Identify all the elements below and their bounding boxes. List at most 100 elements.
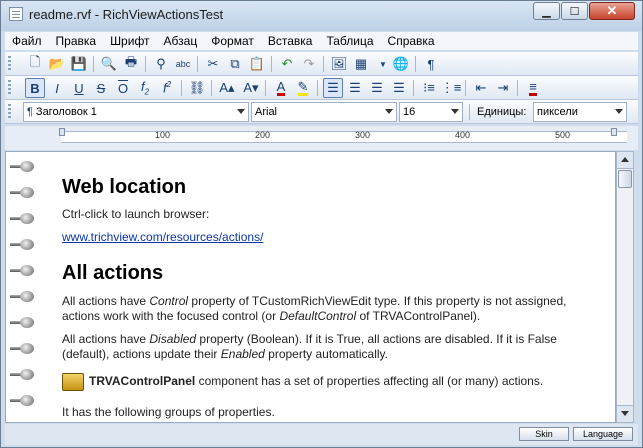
right-indent-marker[interactable] [611, 128, 617, 136]
chain-icon: ⛓ [188, 80, 206, 95]
binding-ring [10, 342, 38, 355]
subscript-button[interactable]: f2 [135, 78, 155, 98]
window-title: readme.rvf - RichViewActionsTest [29, 7, 224, 22]
find-button[interactable]: ⚲ [151, 54, 171, 74]
copy-icon: ⧉ [230, 56, 240, 71]
cut-button[interactable]: ✂ [203, 54, 223, 74]
menu-file[interactable]: Файл [5, 34, 49, 48]
skin-button[interactable]: Skin [519, 427, 569, 441]
scroll-down-button[interactable] [617, 405, 633, 422]
new-button[interactable]: 🗋 [25, 54, 45, 74]
increase-indent-button[interactable]: ⇥ [493, 78, 513, 98]
insert-table-button[interactable]: ▦ [351, 54, 371, 74]
left-indent-marker[interactable] [59, 128, 65, 136]
ruler-tick: 400 [455, 130, 471, 140]
menu-help[interactable]: Справка [381, 34, 442, 48]
binding-ring [10, 368, 38, 381]
minimize-button[interactable]: ▁ [533, 2, 560, 20]
vertical-scrollbar[interactable] [616, 151, 634, 423]
insert-picture-button[interactable]: 🖼 [329, 54, 349, 74]
align-center-button[interactable]: ☰ [345, 78, 365, 98]
scissors-icon: ✂ [207, 56, 219, 71]
redo-button[interactable]: ↷ [299, 54, 319, 74]
toolbar-grip[interactable] [8, 80, 11, 96]
binding-ring [10, 212, 38, 225]
hyperlink-button[interactable]: 🌐 [391, 54, 411, 74]
shrink-font-button[interactable]: A▾ [241, 78, 261, 98]
print-button[interactable]: 🖶 [121, 54, 141, 74]
text-run: of TRVAControlPanel). [356, 309, 481, 323]
text-color-button[interactable]: A [271, 78, 291, 98]
bullets-button[interactable]: ⁝≡ [419, 78, 439, 98]
align-right-button[interactable]: ☰ [367, 78, 387, 98]
maximize-button[interactable]: ☐ [561, 2, 588, 20]
print-preview-button[interactable]: 🔍 [99, 54, 119, 74]
text-run: component has a set of properties affect… [195, 374, 544, 388]
standard-toolbar: 🗋 📂 💾 🔍 🖶 ⚲ abc ✂ ⧉ 📋 ↶ ↷ 🖼 ▦ ▼ 🌐 ¶ [5, 52, 638, 76]
font-size-value: 16 [403, 106, 416, 118]
menu-format[interactable]: Формат [204, 34, 261, 48]
chevron-down-icon [237, 109, 245, 114]
close-icon: ✕ [606, 3, 618, 18]
superscript-button[interactable]: f2 [157, 78, 177, 98]
units-combo[interactable]: пиксели [533, 102, 627, 122]
toolbar-grip[interactable] [8, 104, 11, 120]
close-button[interactable]: ✕ [589, 2, 635, 20]
menu-insert[interactable]: Вставка [261, 34, 320, 48]
minimize-icon: ▁ [542, 5, 551, 18]
underline-button[interactable]: U [69, 78, 89, 98]
title-bar: readme.rvf - RichViewActionsTest ▁ ☐ ✕ [1, 1, 642, 31]
align-justify-button[interactable]: ☰ [389, 78, 409, 98]
paragraph-style-icon: ¶ [27, 106, 33, 118]
document-editor[interactable]: Web location Ctrl-click to launch browse… [5, 151, 616, 423]
numbering-button[interactable]: ⋮≡ [440, 78, 462, 98]
save-button[interactable]: 💾 [69, 54, 89, 74]
strikeout-button[interactable]: S [91, 78, 111, 98]
text-run: All actions have [62, 294, 150, 308]
highlight-button[interactable]: ✎ [293, 78, 313, 98]
toolbar-grip[interactable] [8, 56, 11, 72]
copy-button[interactable]: ⧉ [225, 54, 245, 74]
subscript-icon: f2 [140, 79, 150, 97]
overline-button[interactable]: O [113, 78, 133, 98]
table-dropdown-button[interactable]: ▼ [373, 54, 393, 74]
language-button[interactable]: Language [573, 427, 633, 441]
style-toolbar: ¶ Заголовок 1 Arial 16 Единицы: пиксели [5, 100, 638, 124]
font-size-combo[interactable]: 16 [399, 102, 463, 122]
style-combo[interactable]: ¶ Заголовок 1 [23, 102, 249, 122]
menu-bar: Файл Правка Шрифт Абзац Формат Вставка Т… [5, 32, 638, 50]
bold-button[interactable]: B [25, 78, 45, 98]
menu-paragraph[interactable]: Абзац [157, 34, 205, 48]
units-value: пиксели [537, 106, 578, 118]
ruler-strip [61, 131, 627, 143]
scroll-up-button[interactable] [617, 152, 633, 169]
menu-font[interactable]: Шрифт [103, 34, 156, 48]
remove-hyperlink-button[interactable]: ⛓ [187, 78, 207, 98]
paste-button[interactable]: 📋 [247, 54, 267, 74]
scroll-thumb[interactable] [618, 170, 632, 188]
paragraph-groups: It has the following groups of propertie… [62, 405, 275, 419]
web-link[interactable]: www.trichview.com/resources/actions/ [62, 230, 263, 244]
text-run-italic: Control [149, 294, 189, 308]
ruler-tick: 100 [155, 130, 171, 140]
decrease-indent-icon: ⇤ [475, 80, 487, 95]
show-special-chars-button[interactable]: ¶ [421, 54, 441, 74]
menu-table[interactable]: Таблица [319, 34, 380, 48]
decrease-indent-button[interactable]: ⇤ [471, 78, 491, 98]
bold-icon: B [30, 80, 40, 96]
paragraph-background-button[interactable]: ≡ [523, 78, 543, 98]
italic-button[interactable]: I [47, 78, 67, 98]
numbered-list-icon: ⋮≡ [440, 80, 462, 95]
font-combo[interactable]: Arial [251, 102, 397, 122]
binding-ring [10, 264, 38, 277]
control-panel-icon [62, 372, 84, 391]
menu-edit[interactable]: Правка [49, 34, 104, 48]
spelling-button[interactable]: abc [173, 54, 193, 74]
undo-button[interactable]: ↶ [277, 54, 297, 74]
grow-font-button[interactable]: A▴ [217, 78, 237, 98]
align-left-button[interactable]: ☰ [323, 78, 343, 98]
ruler[interactable]: 100 200 300 400 500 [5, 126, 638, 150]
open-button[interactable]: 📂 [47, 54, 67, 74]
text-run-italic: Disabled [149, 332, 197, 346]
maximize-icon: ☐ [569, 5, 580, 18]
